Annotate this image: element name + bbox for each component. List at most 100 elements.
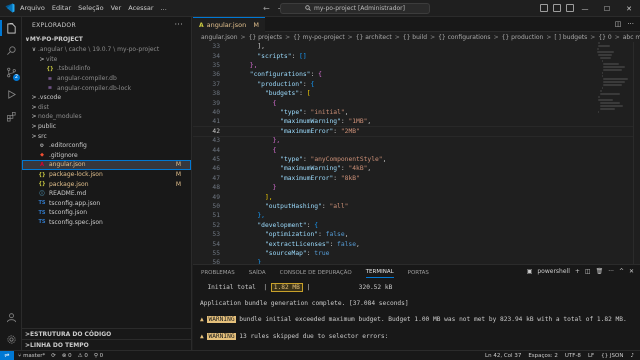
menu-item[interactable]: Editar (52, 4, 71, 12)
tree-item[interactable]: Aangular.json M (22, 160, 191, 170)
tree-item[interactable]: ◆ .gitignore (22, 151, 191, 161)
line-number: 48 (212, 184, 220, 192)
timeline-section[interactable]: > LINHA DO TEMPO (22, 339, 192, 350)
git-status-badge: M (175, 180, 181, 188)
project-root[interactable]: ∨ MY-PO-PROJECT (22, 34, 191, 45)
breadcrumb-separator: > (394, 33, 400, 41)
errors-count[interactable]: ⊗ 0 (62, 353, 72, 359)
code-editor[interactable]: 33], 34 "scripts": [] 35}, 36 "configurations… (193, 42, 640, 264)
tree-item[interactable]: TS tsconfig.json (22, 208, 191, 218)
more-icon[interactable]: ··· (627, 20, 634, 28)
breadcrumb-item[interactable]: {} configurations (438, 34, 490, 41)
code-token: "2MB" (340, 127, 360, 135)
command-center-search[interactable]: my-po-project [Administrador] (280, 3, 430, 14)
source-control-icon[interactable]: 2 (0, 61, 22, 83)
sync-icon[interactable]: ⟳ (51, 353, 56, 359)
remote-icon[interactable]: ⇌ (0, 350, 14, 360)
toggle-sidebar-icon[interactable] (540, 4, 548, 12)
add-terminal-icon[interactable]: + (575, 268, 580, 275)
menu-item[interactable]: Acessar (128, 4, 153, 12)
code-token: : (310, 71, 319, 79)
search-view-icon[interactable] (0, 39, 22, 61)
tree-item[interactable]: ≡ angular-compiler.db-lock (22, 83, 191, 93)
indentation[interactable]: Espaços: 2 (528, 353, 558, 359)
account-icon[interactable] (0, 306, 22, 328)
tree-item[interactable]: ⓘ README.md (22, 189, 191, 199)
breadcrumb-item[interactable]: [ ] budgets (554, 34, 587, 41)
minimap[interactable] (592, 42, 632, 264)
branch-indicator[interactable]: ⑂ master* (18, 353, 45, 359)
breadcrumb-item[interactable]: {} production (502, 34, 544, 41)
notifications-bell-icon[interactable]: ♪ (630, 353, 634, 359)
code-token: ], (265, 193, 273, 201)
warnings-count[interactable]: ⚠ 0 (78, 353, 88, 359)
menu-item[interactable]: ... (161, 4, 167, 12)
tree-item[interactable]: {} package-lock.json M (22, 170, 191, 180)
maximize-icon[interactable]: ☐ (596, 0, 618, 17)
more-icon[interactable]: ··· (608, 268, 614, 275)
tree-item[interactable]: > .vscode (22, 93, 191, 103)
maximize-panel-icon[interactable]: ^ (619, 268, 624, 275)
breadcrumb-item[interactable]: {} build (403, 34, 427, 41)
close-panel-icon[interactable]: ✕ (629, 268, 634, 275)
panel-tab[interactable]: SAÍDA (249, 270, 266, 276)
tree-item[interactable]: {} package.json M (22, 179, 191, 189)
end-of-line[interactable]: LF (588, 353, 594, 359)
tree-item[interactable]: > dist (22, 103, 191, 113)
tab-angular-json[interactable]: A angular.json M (193, 17, 265, 32)
breadcrumb-item[interactable]: {} my-po-project (293, 34, 345, 41)
minimize-icon[interactable]: — (574, 0, 596, 17)
tree-item[interactable]: ⚙ .editorconfig (22, 141, 191, 151)
breadcrumb-item[interactable]: {} architect (356, 34, 392, 41)
minimap-line (596, 48, 599, 50)
toggle-panel-icon[interactable] (553, 4, 561, 12)
run-debug-icon[interactable] (0, 83, 22, 105)
cursor-position[interactable]: Ln 42, Col 37 (485, 353, 521, 359)
breadcrumb-item[interactable]: abc maximumError (623, 34, 640, 41)
tree-item[interactable]: ≡ angular-compiler.db (22, 74, 191, 84)
explorer-icon[interactable] (0, 17, 22, 39)
code-text: { (273, 100, 277, 107)
line-number: 51 (212, 212, 220, 220)
trash-icon[interactable]: 🗑 (596, 268, 604, 275)
breadcrumb-item[interactable]: {} 0 (598, 34, 611, 41)
split-editor-icon[interactable]: ◫ (615, 20, 622, 28)
close-icon[interactable]: ✕ (618, 0, 640, 17)
tree-item[interactable]: > node_modules (22, 112, 191, 122)
ports-count[interactable]: ⚲ 0 (94, 353, 103, 359)
panel-tab[interactable]: PROBLEMAS (201, 270, 235, 276)
encoding[interactable]: UTF-8 (565, 353, 581, 359)
tree-item[interactable]: TS tsconfig.app.json (22, 199, 191, 209)
shell-label[interactable]: powershell (537, 268, 570, 275)
settings-gear-icon[interactable] (0, 328, 22, 350)
extensions-icon[interactable] (0, 105, 22, 127)
code-token: : (333, 174, 341, 182)
tree-item[interactable]: > vite (22, 55, 191, 65)
toggle-secondary-sidebar-icon[interactable] (566, 4, 574, 12)
tree-item[interactable]: > public (22, 122, 191, 132)
line-number: 35 (212, 61, 220, 69)
menu-item[interactable]: Ver (111, 4, 122, 12)
language-mode[interactable]: {} JSON (601, 353, 623, 359)
tree-item[interactable]: TS tsconfig.spec.json (22, 218, 191, 228)
outline-section[interactable]: > ESTRUTURA DO CÓDIGO (22, 328, 192, 339)
tree-item[interactable]: ∨ .angular \ cache \ 19.0.7 \ my-po-proje… (22, 45, 191, 55)
file-type-icon: {} (46, 65, 54, 72)
panel-tab[interactable]: PORTAS (408, 270, 429, 276)
tree-item[interactable]: {} .tsbuildinfo (22, 64, 191, 74)
panel-tab[interactable]: CONSOLE DE DEPURAÇÃO (280, 270, 352, 276)
menu-item[interactable]: Seleção (78, 4, 103, 12)
breadcrumb-item[interactable]: angular.json (201, 34, 238, 41)
tree-item[interactable]: > src (22, 131, 191, 141)
menu-item[interactable]: Arquivo (20, 4, 45, 12)
back-icon[interactable]: ← (263, 4, 270, 13)
split-terminal-icon[interactable]: ◫ (585, 268, 591, 275)
editor-scrollbar[interactable] (633, 42, 640, 264)
minimap-line (600, 57, 611, 59)
panel-tab[interactable]: TERMINAL (365, 269, 394, 278)
tab-modified-indicator: M (253, 21, 259, 29)
more-actions-icon[interactable]: ··· (174, 20, 183, 29)
code-line: 39 { (193, 98, 633, 107)
breadcrumb-separator: > (546, 33, 552, 41)
breadcrumb-item[interactable]: {} projects (249, 34, 283, 41)
